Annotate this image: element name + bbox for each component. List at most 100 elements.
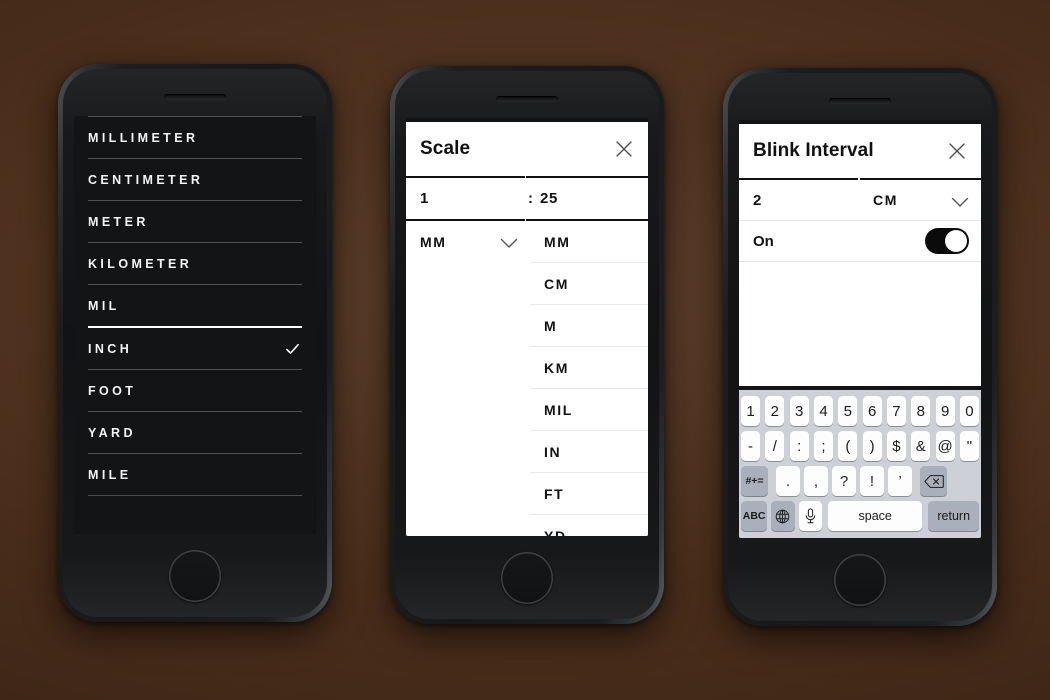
list-item-millimeter[interactable]: MILLIMETER (88, 116, 302, 158)
list-item-label: CENTIMETER (88, 172, 204, 187)
home-button[interactable] (501, 552, 553, 604)
phone-2-screen: Scale 1 : 25 MM MM CM M KM MIL IN FT YD (406, 118, 648, 536)
key-symbols-toggle[interactable]: #+= (741, 466, 768, 496)
keyboard-row-digits: 1 2 3 4 5 6 7 8 9 0 (739, 396, 981, 426)
onscreen-keyboard: 1 2 3 4 5 6 7 8 9 0 - / : ; () $ & @ " … (739, 390, 981, 538)
backspace-icon[interactable] (920, 466, 947, 496)
phone-3-screen: Blink Interval 2 CM On 1 2 3 4 5 6 7 8 9… (739, 120, 981, 538)
key-return[interactable]: return (928, 501, 980, 531)
dropdown-option-mm[interactable]: MM (530, 221, 648, 262)
option-label: YD (544, 527, 567, 537)
dropdown-option-km[interactable]: KM (530, 346, 648, 388)
blink-interval-dialog: Blink Interval 2 CM On (739, 124, 981, 386)
page-title: Blink Interval (753, 140, 874, 161)
list-item-label: YARD (88, 425, 136, 440)
on-toggle-switch[interactable] (925, 228, 969, 254)
list-item-mil[interactable]: MIL (88, 284, 302, 326)
chevron-down-icon[interactable] (951, 195, 969, 207)
key-5[interactable]: 5 (838, 396, 858, 426)
microphone-icon[interactable] (798, 501, 822, 531)
unit-selected-label: MM (420, 233, 447, 250)
option-label: KM (544, 359, 569, 376)
option-label: MM (544, 233, 571, 250)
list-item-label: MIL (88, 298, 120, 313)
toggle-label: On (753, 232, 774, 250)
list-item-mile[interactable]: MILE (88, 453, 302, 495)
key-6[interactable]: 6 (862, 396, 882, 426)
toggle-row-divider (739, 261, 981, 262)
key-hyphen[interactable]: - (741, 431, 760, 461)
list-item-centimeter[interactable]: CENTIMETER (88, 158, 302, 200)
key-paren-close[interactable]: ) (862, 431, 882, 461)
keyboard-row-punctuation: #+= . , ? ! ’ (739, 466, 981, 496)
chevron-down-icon[interactable] (500, 236, 518, 248)
ratio-left-input[interactable]: 1 (420, 190, 429, 207)
list-item-label: FOOT (88, 383, 137, 398)
key-question[interactable]: ? (832, 466, 856, 496)
ratio-row: 1 : 25 (406, 178, 648, 219)
key-7[interactable]: 7 (886, 396, 906, 426)
home-button[interactable] (834, 554, 886, 606)
home-button[interactable] (169, 550, 221, 602)
phone-device-1: MILLIMETER CENTIMETER METER KILOMETER MI… (58, 64, 332, 622)
value-row: 2 CM (739, 180, 981, 220)
interval-value-input[interactable]: 2 (753, 192, 762, 209)
dropdown-option-in[interactable]: IN (530, 430, 648, 472)
ratio-right-input[interactable]: 25 (540, 190, 558, 207)
close-icon[interactable] (947, 141, 967, 161)
unit-list: MILLIMETER CENTIMETER METER KILOMETER MI… (74, 116, 316, 534)
list-item-label: MILLIMETER (88, 130, 199, 145)
earpiece-speaker (829, 98, 891, 104)
phone-1-screen: MILLIMETER CENTIMETER METER KILOMETER MI… (74, 116, 316, 534)
list-item-kilometer[interactable]: KILOMETER (88, 242, 302, 284)
key-space[interactable]: space (828, 501, 923, 531)
key-apostrophe[interactable]: ’ (888, 466, 912, 496)
toggle-row: On (739, 221, 981, 261)
dropdown-option-mil[interactable]: MIL (530, 388, 648, 430)
earpiece-speaker (164, 94, 226, 100)
option-label: FT (544, 485, 565, 502)
phone-device-2: Scale 1 : 25 MM MM CM M KM MIL IN FT YD (390, 66, 664, 624)
key-semicolon[interactable]: ; (813, 431, 833, 461)
toggle-knob (945, 230, 967, 252)
key-colon[interactable]: : (789, 431, 809, 461)
key-exclamation[interactable]: ! (860, 466, 884, 496)
key-9[interactable]: 9 (935, 396, 955, 426)
list-item-yard[interactable]: YARD (88, 411, 302, 453)
key-dollar[interactable]: $ (886, 431, 906, 461)
globe-icon[interactable] (771, 501, 795, 531)
key-8[interactable]: 8 (911, 396, 931, 426)
option-label: IN (544, 443, 562, 460)
key-comma[interactable]: , (804, 466, 828, 496)
option-label: CM (544, 275, 569, 292)
close-icon[interactable] (614, 139, 634, 159)
list-item-foot[interactable]: FOOT (88, 369, 302, 411)
key-slash[interactable]: / (765, 431, 785, 461)
dropdown-option-m[interactable]: M (530, 304, 648, 346)
key-ampersand[interactable]: & (911, 431, 931, 461)
key-2[interactable]: 2 (765, 396, 785, 426)
unit-selected-label[interactable]: CM (873, 192, 898, 208)
list-item-meter[interactable]: METER (88, 200, 302, 242)
key-4[interactable]: 4 (813, 396, 833, 426)
list-item-label: METER (88, 214, 149, 229)
key-3[interactable]: 3 (789, 396, 809, 426)
key-at[interactable]: @ (935, 431, 955, 461)
dropdown-option-ft[interactable]: FT (530, 472, 648, 514)
key-period[interactable]: . (776, 466, 800, 496)
list-item-label: INCH (88, 341, 133, 356)
list-item-inch[interactable]: INCH (88, 326, 302, 369)
key-quote[interactable]: " (959, 431, 979, 461)
key-paren-open[interactable]: ( (838, 431, 858, 461)
screenshot-stage: MILLIMETER CENTIMETER METER KILOMETER MI… (0, 0, 1050, 700)
dropdown-option-yd[interactable]: YD (530, 514, 648, 536)
dropdown-option-cm[interactable]: CM (530, 262, 648, 304)
unit-dropdown-list: MM CM M KM MIL IN FT YD (530, 221, 648, 536)
page-title: Scale (420, 138, 471, 159)
option-label: MIL (544, 401, 573, 418)
key-abc[interactable]: ABC (741, 501, 768, 531)
ratio-separator: : (528, 190, 534, 207)
check-icon (285, 341, 300, 356)
key-0[interactable]: 0 (959, 396, 979, 426)
key-1[interactable]: 1 (741, 396, 760, 426)
